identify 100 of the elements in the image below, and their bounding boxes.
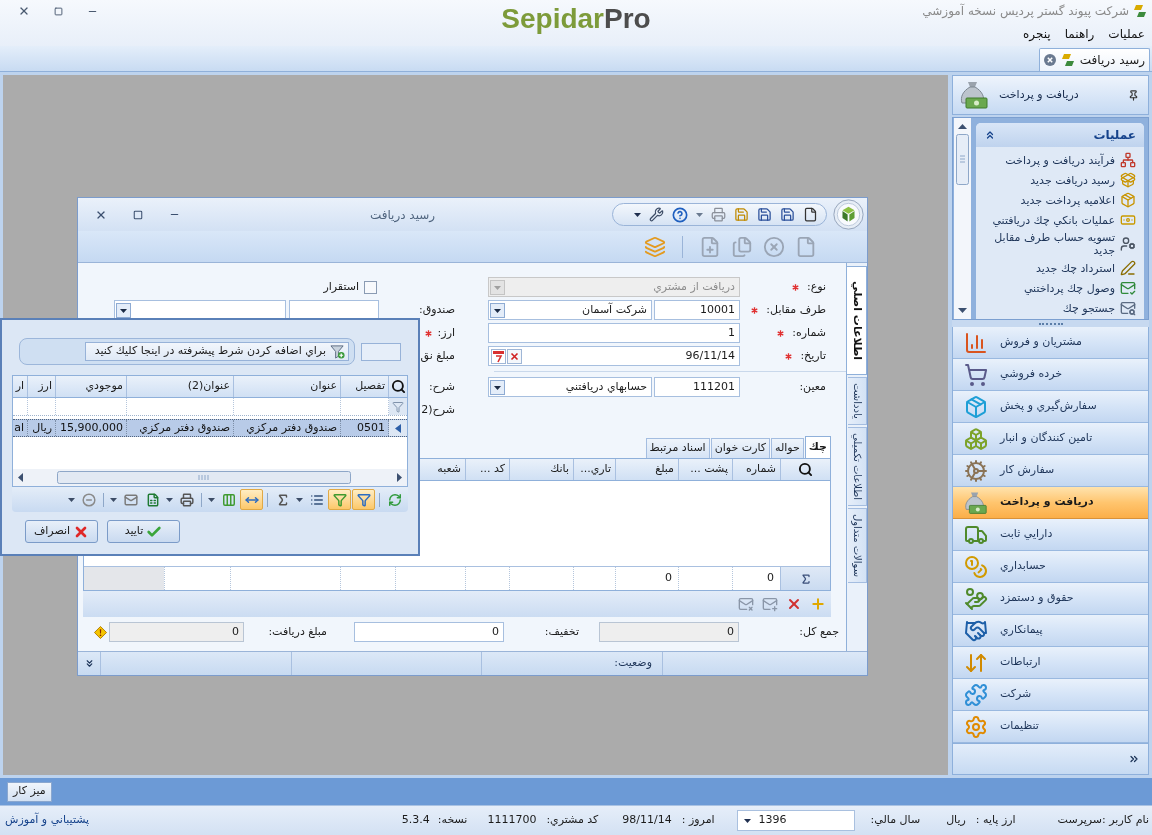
toolbar-button[interactable] <box>328 489 351 510</box>
filter-icon[interactable] <box>392 400 404 413</box>
task-link[interactable]: فرآيند دريافت و پرداخت <box>976 150 1144 170</box>
column-header[interactable]: شعبه <box>437 461 461 478</box>
task-link[interactable]: جستجو چك <box>976 298 1144 318</box>
caret-icon[interactable] <box>116 302 131 318</box>
nav-item[interactable]: دارايي ثابت <box>953 519 1148 551</box>
orb-logo-icon[interactable] <box>833 199 864 230</box>
support-link[interactable]: پشتيباني و آموزش <box>5 812 90 829</box>
document-tab[interactable]: رسيد دريافت <box>1038 48 1150 71</box>
nav-item[interactable]: مشتريان و فروش <box>953 327 1148 359</box>
close-icon[interactable] <box>18 5 30 17</box>
code-field[interactable]: 10001 <box>654 300 740 320</box>
column-header[interactable]: موجودي <box>85 378 123 395</box>
column-header[interactable]: ارز <box>38 378 52 395</box>
nav-item[interactable]: شرکت <box>953 679 1148 711</box>
task-link[interactable]: اعلاميه پرداخت جديد <box>976 190 1144 210</box>
code-field[interactable] <box>289 300 379 320</box>
combo-field[interactable] <box>114 300 286 320</box>
column-header[interactable]: کد ... <box>480 461 505 478</box>
side-tab[interactable]: يادداشت <box>848 377 867 425</box>
nav-item[interactable]: تنظيمات <box>953 711 1148 743</box>
new-document-icon[interactable] <box>803 207 818 222</box>
caret-icon[interactable] <box>743 818 751 823</box>
calendar-icon[interactable] <box>491 348 506 364</box>
column-header[interactable]: عنوان <box>310 378 337 395</box>
chevrons-icon[interactable] <box>1128 753 1140 765</box>
search-icon[interactable] <box>798 462 813 477</box>
horizontal-scrollbar[interactable] <box>13 469 407 486</box>
combo-field[interactable]: حسابهاي دريافتني <box>488 377 652 397</box>
toolbar-button[interactable] <box>240 489 263 510</box>
mail-icon[interactable] <box>762 596 778 612</box>
side-tab[interactable]: اطلاعات تکميلي <box>848 426 867 506</box>
nav-item[interactable]: خرده فروشي <box>953 359 1148 391</box>
close-icon[interactable] <box>1043 54 1056 66</box>
wrench-icon[interactable] <box>649 207 664 222</box>
column-header[interactable]: شماره <box>746 461 776 478</box>
mail-icon[interactable] <box>738 596 754 612</box>
task-link[interactable]: وصول چك پرداختني <box>976 278 1144 298</box>
task-link[interactable]: تسويه حساب طرف مقابل جديد <box>976 230 1144 258</box>
column-header[interactable]: تفصيل <box>355 378 385 395</box>
date-field[interactable]: 96/11/14 <box>488 346 740 366</box>
menu-item[interactable]: پنجره <box>1023 25 1051 43</box>
combo-field[interactable]: شرکت آسمان <box>488 300 652 320</box>
restore-icon[interactable] <box>54 6 63 16</box>
save-icon[interactable] <box>757 207 772 222</box>
input-field[interactable]: 0 <box>354 622 504 642</box>
side-tab[interactable]: سوالات متداول <box>848 507 867 583</box>
vertical-scrollbar[interactable] <box>954 118 971 319</box>
column-header[interactable]: مبلغ <box>655 461 674 478</box>
nav-item[interactable]: سفارش‌گيري و پخش <box>953 391 1148 423</box>
nav-item[interactable]: ارتباطات <box>953 647 1148 679</box>
column-header[interactable]: تاري... <box>580 461 611 478</box>
search-icon[interactable] <box>390 379 406 394</box>
task-link[interactable]: رسيد دريافت جديد <box>976 170 1144 190</box>
checkbox[interactable] <box>364 280 377 294</box>
nav-item[interactable]: حقوق و دستمزد <box>953 583 1148 615</box>
caret-icon[interactable] <box>166 497 173 502</box>
taskbar-button[interactable]: ميز کار <box>7 781 52 802</box>
caret-icon[interactable] <box>110 497 117 502</box>
maximize-icon[interactable] <box>132 209 143 220</box>
input-field[interactable]: 1 <box>488 323 740 343</box>
input-field[interactable] <box>361 342 401 361</box>
column-header[interactable]: عنوان(2) <box>187 378 230 395</box>
input-field[interactable]: 0 <box>109 622 244 642</box>
column-header[interactable]: بانك <box>550 461 569 478</box>
delete-icon[interactable] <box>786 596 802 612</box>
task-link[interactable]: استرداد چك جديد <box>976 258 1144 278</box>
nav-item[interactable]: دريافت و پرداخت <box>953 487 1148 519</box>
filter-hint-button[interactable]: براي اضافه کردن شرط پيشرفته در اينجا کليك کنيد <box>85 342 349 361</box>
collapse-icon[interactable] <box>984 129 996 141</box>
input-field[interactable]: 0 <box>599 622 739 642</box>
column-header[interactable]: پشت ... <box>690 461 728 478</box>
toolbar-button[interactable] <box>352 489 375 510</box>
caret-icon[interactable] <box>296 497 303 502</box>
column-header[interactable]: ار <box>15 378 24 395</box>
menu-item[interactable]: عمليات <box>1108 25 1145 43</box>
pin-icon[interactable] <box>1128 89 1139 101</box>
help-icon[interactable] <box>672 206 688 223</box>
filter-field[interactable]: براي اضافه کردن شرط پيشرفته در اينجا کليك کنيد <box>19 338 355 365</box>
code-field[interactable]: 111201 <box>654 377 740 397</box>
caret-icon[interactable] <box>490 302 505 318</box>
task-link[interactable]: عمليات بانکي چك دريافتني <box>976 210 1144 230</box>
confirm-button[interactable]: تاييد <box>107 520 180 543</box>
tab[interactable]: اسناد مرتبط <box>645 438 710 458</box>
nav-item[interactable]: پيمانکاري <box>953 615 1148 647</box>
nav-item[interactable]: سفارش کار <box>953 455 1148 487</box>
nav-item[interactable]: تامين کنندگان و انبار <box>953 423 1148 455</box>
menu-item[interactable]: راهنما <box>1064 25 1095 43</box>
nav-item[interactable]: حسابداري <box>953 551 1148 583</box>
tab[interactable]: چك <box>804 436 831 458</box>
clear-icon[interactable] <box>507 348 522 364</box>
caret-icon[interactable] <box>208 497 215 502</box>
caret-icon[interactable] <box>634 212 641 217</box>
caret-icon[interactable] <box>68 497 75 502</box>
tab[interactable]: حواله <box>771 438 804 458</box>
side-tab[interactable]: اطلاعات اصلي <box>847 266 867 376</box>
save-icon[interactable] <box>780 207 795 222</box>
fiscal-year-dropdown[interactable]: 1396 <box>736 810 855 831</box>
printer-icon[interactable] <box>711 207 726 222</box>
